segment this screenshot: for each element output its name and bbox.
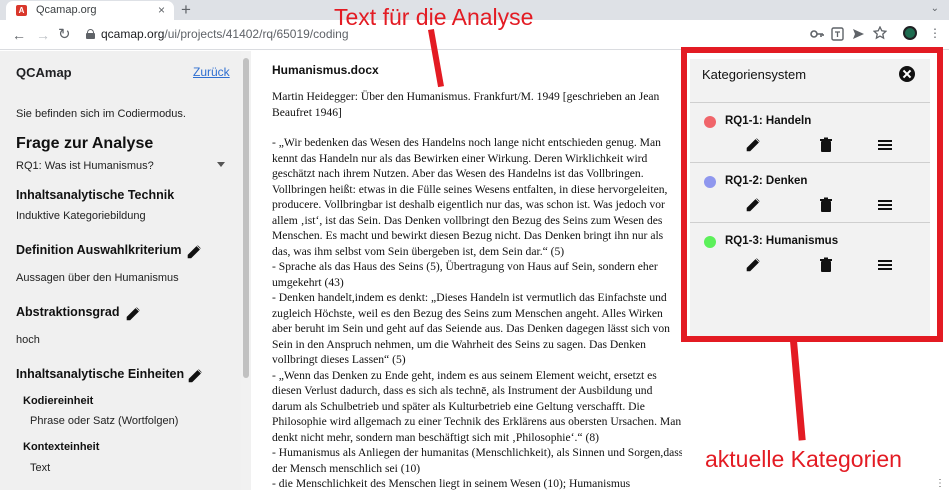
tab-search-chevron-icon[interactable]: ⌄ [931,3,939,14]
url-host: qcamap.org [101,27,165,41]
browser-menu-icon[interactable]: ⋮ [929,26,941,40]
document-text[interactable]: Martin Heidegger: Über den Humanismus. F… [272,89,682,490]
new-tab-button[interactable]: + [181,0,191,20]
annotation-highlight-box [681,47,943,342]
sidebar: QCAmap Zurück Sie befinden sich im Codie… [0,51,251,490]
annotation-arrow-line [790,340,806,441]
criterion-heading: Definition Auswahlkriterium [16,243,182,257]
tab-close-icon[interactable]: × [158,3,165,17]
translate-icon[interactable] [831,27,844,41]
annotation-text-bottom: aktuelle Kategorien [705,446,902,472]
document-paragraph[interactable]: - „Wir bedenken das Wesen des Handelns n… [272,135,682,259]
send-icon[interactable] [852,28,865,40]
mode-status-text: Sie befinden sich im Codiermodus. [16,108,186,120]
address-bar[interactable]: qcamap.org/ui/projects/41402/rq/65019/co… [101,27,349,41]
profile-avatar[interactable] [903,26,917,40]
technique-heading: Inhaltsanalytische Technik [16,188,175,202]
question-heading: Frage zur Analyse [16,135,154,152]
edit-criterion-pencil-icon[interactable] [186,244,202,260]
abstraction-value: hoch [16,334,40,346]
abstraction-heading: Abstraktionsgrad [16,305,120,319]
document-paragraph[interactable]: - Denken handelt,indem es denkt: „Dieses… [272,290,682,368]
dropdown-caret-icon[interactable] [217,162,225,167]
annotation-text-top: Text für die Analyse [334,4,534,30]
edit-units-pencil-icon[interactable] [187,368,203,384]
document-pane: Humanismus.docx Martin Heidegger: Über d… [252,51,682,490]
document-paragraph[interactable]: - Humanismus als Anliegen der humanitas … [272,445,682,476]
document-paragraph[interactable]: - die Menschlichkeit des Menschen liegt … [272,476,682,490]
back-arrow-icon[interactable]: ← [12,26,26,44]
lock-icon[interactable] [86,29,95,39]
context-unit-value: Text [30,462,51,474]
coding-unit-value: Phrase oder Satz (Wortfolgen) [30,415,179,427]
sidebar-scroll-thumb[interactable] [243,58,249,378]
angular-favicon-icon: A [16,5,27,16]
reload-icon[interactable]: ↻ [58,26,71,44]
technique-value: Induktive Kategoriebildung [16,210,146,222]
forward-arrow-icon[interactable]: → [36,26,50,44]
page-more-icon[interactable]: ⋮ [935,478,945,489]
browser-tab[interactable]: A Qcamap.org × [6,1,174,20]
research-question-select[interactable]: RQ1: Was ist Humanismus? [16,160,154,172]
coding-unit-label: Kodiereinheit [23,395,94,407]
document-paragraph[interactable]: Martin Heidegger: Über den Humanismus. F… [272,89,682,120]
tab-title: Qcamap.org [36,4,97,16]
star-icon[interactable] [873,26,887,40]
app-brand: QCAmap [16,65,72,80]
units-heading: Inhaltsanalytische Einheiten [16,367,185,381]
context-unit-label: Kontexteinheit [23,441,100,453]
criterion-value: Aussagen über den Humanismus [16,272,179,284]
document-paragraph[interactable]: - Sprache als das Haus des Seins (5), Üb… [272,259,682,290]
document-paragraph[interactable]: - „Wenn das Denken zu Ende geht, indem e… [272,368,682,446]
edit-abstraction-pencil-icon[interactable] [125,306,141,322]
key-icon[interactable] [810,28,824,40]
back-link[interactable]: Zurück [193,65,230,79]
url-path: /ui/projects/41402/rq/65019/coding [164,27,349,41]
document-title: Humanismus.docx [272,63,379,77]
